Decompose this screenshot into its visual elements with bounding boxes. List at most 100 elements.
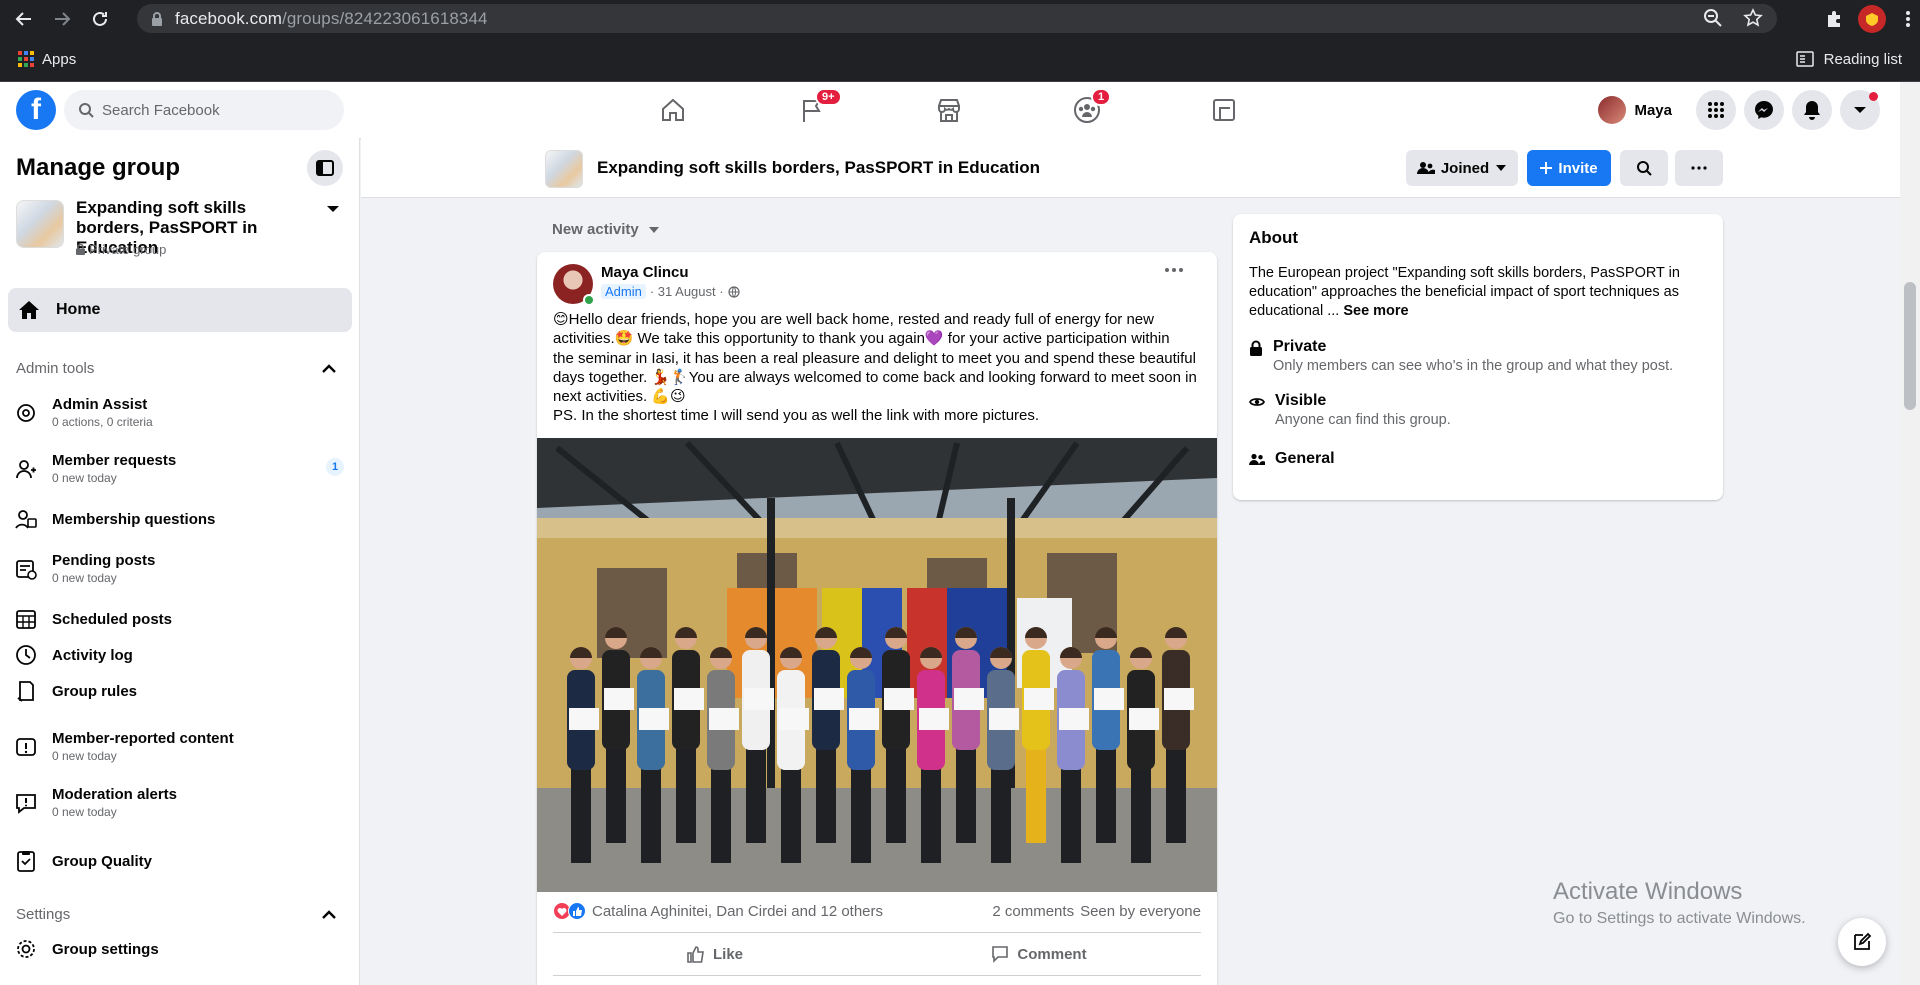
search-icon: [78, 102, 94, 118]
comments-count[interactable]: 2 comments: [992, 903, 1074, 920]
sidebar-item-sublabel: 0 new today: [52, 805, 117, 819]
chevron-up-icon: [322, 910, 336, 919]
sort-activity-dropdown[interactable]: New activity: [552, 221, 659, 238]
messenger-icon: [1754, 100, 1774, 120]
sidebar-item-group-rules[interactable]: Group rules: [14, 680, 344, 702]
nav-tab-groups[interactable]: 1: [1031, 82, 1143, 138]
forward-icon[interactable]: [48, 5, 76, 33]
sidebar-item-activity-log[interactable]: Activity log: [14, 644, 344, 666]
group-top-bar: Expanding soft skills borders, PasSPORT …: [361, 138, 1900, 198]
post-group-photo[interactable]: [537, 438, 1217, 892]
messenger-button[interactable]: [1744, 90, 1784, 130]
person-legs: [816, 748, 836, 843]
bookmark-star-icon[interactable]: [1743, 8, 1763, 28]
thumbs-up-icon: [687, 945, 705, 963]
new-message-button[interactable]: [1838, 918, 1886, 966]
reading-list-button[interactable]: Reading list: [1795, 51, 1902, 68]
like-reaction-icon[interactable]: [568, 902, 586, 920]
scrollbar-thumb[interactable]: [1904, 282, 1916, 410]
nav-tab-gaming[interactable]: [1168, 82, 1280, 138]
sidebar-item-home[interactable]: Home: [8, 288, 352, 332]
facebook-logo-icon[interactable]: f: [16, 90, 56, 130]
nav-tab-marketplace[interactable]: [893, 82, 1005, 138]
marketplace-icon: [935, 96, 963, 124]
extensions-icon[interactable]: [1820, 5, 1848, 33]
group-thumbnail[interactable]: [16, 200, 64, 248]
certificate: [1024, 688, 1054, 710]
group-more-button[interactable]: [1675, 150, 1723, 186]
reload-icon[interactable]: [86, 5, 114, 33]
see-more-link[interactable]: See more: [1343, 303, 1408, 319]
sidebar-item-moderation-alerts[interactable]: Moderation alerts 0 new today: [14, 786, 344, 819]
caret-down-icon: [1495, 164, 1507, 172]
sidebar-item-membership-questions[interactable]: Membership questions: [14, 508, 344, 530]
nav-tab-pages[interactable]: 9+: [756, 82, 868, 138]
sidebar-item-label: Activity log: [52, 646, 133, 664]
moderation-alerts-icon: [14, 792, 38, 814]
certificate: [1129, 708, 1159, 730]
admin-tools-header[interactable]: Admin tools: [16, 360, 336, 377]
browser-menu-icon[interactable]: [1896, 5, 1920, 33]
collapse-sidebar-button[interactable]: [307, 150, 343, 186]
sidebar-item-pending-posts[interactable]: Pending posts 0 new today: [14, 552, 344, 585]
post-actions-bar: Like Comment: [553, 932, 1201, 976]
sidebar-item-group-settings[interactable]: Group settings: [14, 938, 344, 960]
invite-button[interactable]: Invite: [1527, 150, 1611, 186]
admin-badge[interactable]: Admin: [601, 284, 646, 299]
sidebar-item-member-reported-content[interactable]: Member-reported content 0 new today: [14, 730, 344, 763]
seen-by-text[interactable]: Seen by everyone: [1080, 903, 1201, 920]
person-legs: [921, 768, 941, 863]
certificate: [674, 688, 704, 710]
home-filled-icon: [18, 300, 40, 320]
caret-down-icon: [648, 226, 659, 233]
certificate: [989, 708, 1019, 730]
joined-button[interactable]: Joined: [1406, 150, 1518, 186]
person-legs: [991, 768, 1011, 863]
apps-grid-icon: [18, 51, 34, 67]
post-author-name[interactable]: Maya Clincu: [601, 264, 689, 281]
group-bar-title[interactable]: Expanding soft skills borders, PasSPORT …: [597, 158, 1040, 178]
apps-bookmark[interactable]: Apps: [18, 51, 76, 68]
page-scrollbar[interactable]: [1900, 82, 1920, 985]
notifications-button[interactable]: [1792, 90, 1832, 130]
group-switcher-caret-icon[interactable]: [326, 204, 340, 214]
joined-label: Joined: [1440, 159, 1490, 177]
sidebar-item-scheduled-posts[interactable]: Scheduled posts: [14, 608, 344, 630]
group-search-button[interactable]: [1620, 150, 1668, 186]
comment-button[interactable]: Comment: [877, 933, 1201, 975]
search-input[interactable]: Search Facebook: [102, 102, 220, 119]
person-legs: [1166, 748, 1186, 843]
sidebar-item-label: Group rules: [52, 682, 138, 700]
certificate: [569, 708, 599, 730]
settings-header[interactable]: Settings: [16, 906, 336, 923]
post-text: 😊Hello dear friends, hope you are well b…: [553, 310, 1203, 426]
visible-title: Visible: [1275, 392, 1327, 409]
sidebar-item-admin-assist[interactable]: Admin Assist 0 actions, 0 criteria: [14, 396, 344, 429]
zoom-icon[interactable]: [1703, 8, 1723, 28]
menu-button[interactable]: [1696, 90, 1736, 130]
reactors-text[interactable]: Catalina Aghinitei, Dan Cirdei and 12 ot…: [592, 903, 883, 920]
post-meta: Admin · 31 August ·: [601, 284, 740, 299]
person-legs: [781, 768, 801, 863]
profile-avatar-icon[interactable]: [1858, 4, 1886, 33]
address-bar[interactable]: facebook.com/groups/824223061618344: [137, 4, 1777, 33]
sidebar-item-group-quality[interactable]: Group Quality: [14, 850, 344, 872]
post-text-line: the seminar in Iasi, it has been a real …: [553, 349, 1196, 367]
account-button[interactable]: [1840, 90, 1880, 130]
sidebar-item-member-requests[interactable]: Member requests 0 new today 1: [14, 452, 344, 485]
like-button[interactable]: Like: [553, 933, 877, 975]
about-general: General: [1249, 450, 1709, 468]
group-bar-thumbnail[interactable]: [545, 150, 583, 188]
search-box[interactable]: Search Facebook: [64, 90, 344, 130]
post-date[interactable]: · 31 August ·: [650, 284, 724, 299]
nav-tab-home[interactable]: [617, 82, 729, 138]
eye-icon: [1249, 396, 1265, 428]
profile-chip[interactable]: Maya: [1594, 92, 1684, 128]
manage-group-sidebar: Manage group Expanding soft skills borde…: [0, 138, 360, 985]
compose-icon: [1852, 932, 1872, 952]
post-options-button[interactable]: [1165, 268, 1183, 272]
back-icon[interactable]: [10, 5, 38, 33]
person-legs: [676, 748, 696, 843]
private-description: Only members can see who's in the group …: [1273, 358, 1674, 374]
pending-posts-icon: [14, 558, 38, 580]
